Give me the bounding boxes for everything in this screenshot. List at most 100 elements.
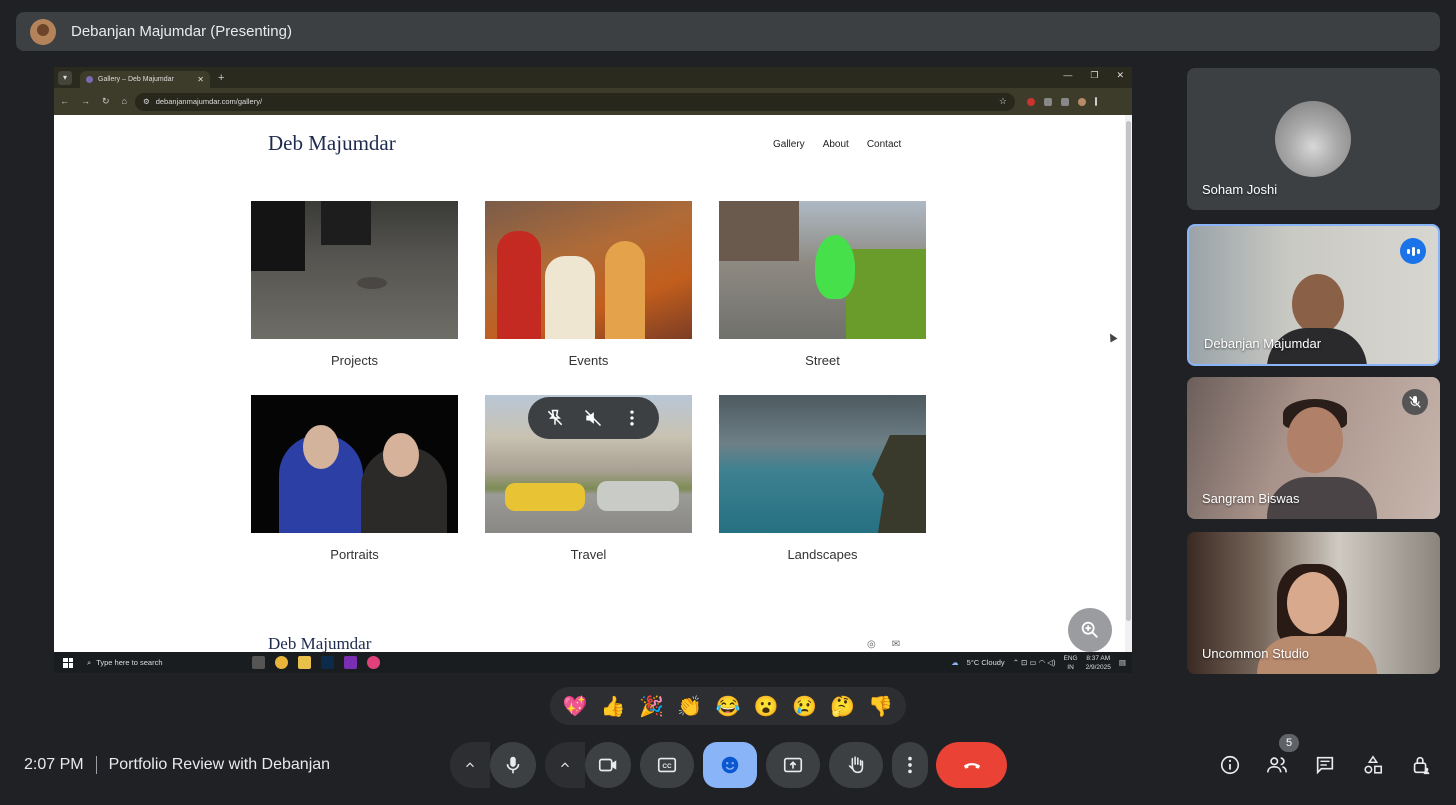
notifications-icon[interactable]: ▤: [1119, 658, 1126, 667]
gallery-caption[interactable]: Projects: [251, 353, 458, 368]
street-photo[interactable]: [719, 201, 926, 339]
reactions-bar: 💖 👍 🎉 👏 😂 😮 😢 🤔 👎: [550, 687, 906, 725]
new-tab-icon[interactable]: +: [218, 72, 224, 84]
restore-icon[interactable]: ❐: [1090, 70, 1098, 81]
nav-gallery[interactable]: Gallery: [773, 139, 805, 150]
present-screen-icon: [783, 757, 803, 773]
home-icon[interactable]: ⌂: [122, 96, 127, 107]
extension-icon[interactable]: [1043, 97, 1052, 106]
lightroom-icon[interactable]: [321, 656, 334, 669]
forward-icon[interactable]: →: [81, 96, 90, 107]
gallery-caption[interactable]: Street: [719, 353, 926, 368]
chat-button[interactable]: [1313, 753, 1337, 777]
minimize-icon[interactable]: —: [1063, 70, 1072, 81]
participant-name: Soham Joshi: [1202, 182, 1278, 197]
profile-icon[interactable]: [1077, 97, 1086, 106]
host-controls-button[interactable]: [1409, 753, 1433, 777]
instagram-icon[interactable]: ◎: [867, 639, 876, 650]
participant-video: [1287, 572, 1339, 634]
nav-about[interactable]: About: [823, 139, 849, 150]
joy-reaction[interactable]: 😂: [716, 694, 741, 719]
video-options-button[interactable]: [545, 742, 585, 788]
mute-audio-icon[interactable]: [583, 408, 603, 428]
captions-button[interactable]: CC: [640, 742, 694, 788]
camera-button[interactable]: [585, 742, 631, 788]
browser-menu-icon[interactable]: [1094, 97, 1097, 106]
sad-reaction[interactable]: 😢: [792, 694, 817, 719]
events-photo[interactable]: [485, 201, 692, 339]
more-options-button[interactable]: [892, 742, 928, 788]
projects-photo[interactable]: [251, 201, 458, 339]
back-icon[interactable]: ←: [60, 96, 69, 107]
extension-icon[interactable]: [1026, 97, 1035, 106]
activities-button[interactable]: [1361, 753, 1385, 777]
present-button[interactable]: [766, 742, 820, 788]
language-indicator[interactable]: ENG IN: [1064, 654, 1078, 672]
gallery-item-portraits[interactable]: Portraits: [251, 395, 458, 562]
thinking-reaction[interactable]: 🤔: [830, 694, 855, 719]
extensions-puzzle-icon[interactable]: [1060, 97, 1069, 106]
participant-video: [1287, 407, 1343, 473]
participant-tile[interactable]: Uncommon Studio: [1187, 532, 1440, 674]
gallery-caption[interactable]: Landscapes: [719, 547, 926, 562]
participant-tile-active-speaker[interactable]: Debanjan Majumdar: [1187, 224, 1440, 366]
gallery-caption[interactable]: Travel: [485, 547, 692, 562]
participant-tile[interactable]: Soham Joshi: [1187, 68, 1440, 210]
language-code: ENG: [1063, 654, 1078, 662]
more-options-icon[interactable]: [622, 408, 642, 428]
file-explorer-icon[interactable]: [298, 656, 311, 669]
landscapes-photo[interactable]: [719, 395, 926, 533]
address-bar[interactable]: ⚙ debanjanmajumdar.com/gallery/ ☆: [134, 92, 1015, 111]
thumbs-down-reaction[interactable]: 👎: [868, 694, 893, 719]
page-scrollbar[interactable]: [1125, 115, 1132, 652]
browser-tab-strip: ▾ Gallery – Deb Majumdar ✕ + — ❐ ✕: [54, 67, 1132, 88]
sparkling-heart-reaction[interactable]: 💖: [563, 694, 588, 719]
weather-text[interactable]: 5°C Cloudy: [967, 658, 1005, 667]
clapping-reaction[interactable]: 👏: [677, 694, 702, 719]
gallery-item-events[interactable]: Events: [485, 201, 692, 368]
tab-search-icon[interactable]: ▾: [58, 70, 72, 85]
task-view-icon[interactable]: [252, 656, 265, 669]
browser-tab[interactable]: Gallery – Deb Majumdar ✕: [80, 71, 210, 88]
reload-icon[interactable]: ↻: [102, 96, 110, 107]
weather-icon: ☁: [951, 658, 959, 667]
reactions-button[interactable]: [703, 742, 757, 788]
scrollbar-thumb[interactable]: [1126, 121, 1131, 621]
onenote-icon[interactable]: [344, 656, 357, 669]
url-text: debanjanmajumdar.com/gallery/: [155, 97, 263, 106]
leave-call-button[interactable]: [936, 742, 1007, 788]
tab-close-icon[interactable]: ✕: [197, 75, 204, 84]
zoom-button[interactable]: [1068, 608, 1112, 652]
footer-brand[interactable]: Deb Majumdar: [268, 634, 371, 654]
surprised-reaction[interactable]: 😮: [754, 694, 779, 719]
meeting-info: 2:07 PM Portfolio Review with Debanjan: [24, 756, 330, 774]
microphone-button[interactable]: [490, 742, 536, 788]
bookmark-star-icon[interactable]: ☆: [999, 96, 1007, 107]
app-icon[interactable]: [367, 656, 380, 669]
email-icon[interactable]: ✉: [892, 639, 900, 650]
gallery-item-landscapes[interactable]: Landscapes: [719, 395, 926, 562]
unpin-icon[interactable]: [545, 408, 565, 428]
gallery-caption[interactable]: Portraits: [251, 547, 458, 562]
portraits-photo[interactable]: [251, 395, 458, 533]
gallery-caption[interactable]: Events: [485, 353, 692, 368]
site-info-icon[interactable]: ⚙: [143, 97, 150, 106]
meeting-details-button[interactable]: [1218, 753, 1242, 777]
taskbar-clock[interactable]: 8:37 AM 2/9/2025: [1086, 654, 1111, 672]
gallery-item-street[interactable]: Street: [719, 201, 926, 368]
party-popper-reaction[interactable]: 🎉: [639, 694, 664, 719]
camera-icon: [598, 758, 617, 772]
close-window-icon[interactable]: ✕: [1116, 70, 1124, 81]
taskbar-search[interactable]: ⌕ Type here to search: [83, 654, 198, 671]
windows-start-icon[interactable]: [63, 657, 73, 668]
site-brand[interactable]: Deb Majumdar: [268, 131, 396, 156]
tray-icons[interactable]: ⌃ ⊡ ▭ ◠ ◁): [1013, 658, 1056, 667]
nav-contact[interactable]: Contact: [867, 139, 901, 150]
people-button[interactable]: [1265, 753, 1289, 777]
audio-options-button[interactable]: [450, 742, 490, 788]
participant-tile[interactable]: Sangram Biswas: [1187, 377, 1440, 519]
thumbs-up-reaction[interactable]: 👍: [601, 694, 626, 719]
raise-hand-button[interactable]: [829, 742, 883, 788]
chrome-icon[interactable]: [275, 656, 288, 669]
gallery-item-projects[interactable]: Projects: [251, 201, 458, 368]
